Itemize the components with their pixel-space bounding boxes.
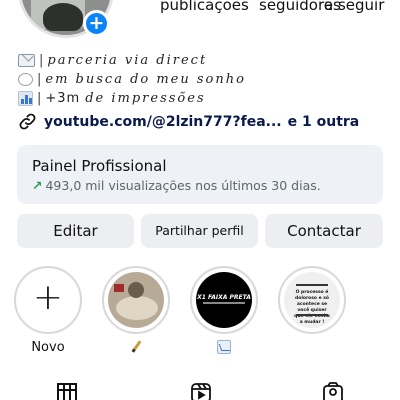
bio-line: | +3m de impressões	[18, 89, 388, 108]
dashboard-views: 493,0 mil visualizações nos últimos 30 d…	[45, 178, 321, 193]
link-more[interactable]: e 1 outra	[288, 114, 360, 130]
contact-button[interactable]: Contactar	[265, 214, 383, 248]
pencil-icon	[129, 340, 143, 354]
link-url[interactable]: youtube.com/@2lzin777?fea...	[44, 114, 282, 130]
bio-separator: |	[37, 91, 42, 106]
dashboard-title: Painel Profissional	[32, 157, 167, 175]
bio-text: parceria via direct	[47, 53, 208, 68]
edit-profile-button[interactable]: Editar	[17, 214, 134, 248]
bio-line: | parceria via direct	[18, 51, 388, 70]
highlight-label	[190, 340, 258, 358]
highlight-cover-text: X1 FAIXA PRETA	[197, 294, 251, 301]
highlight-item[interactable]: X1 FAIXA PRETA	[190, 266, 258, 354]
trend-up-icon: ↗	[32, 178, 43, 193]
highlight-item[interactable]: O processo é doloroso e só acontece se v…	[278, 266, 346, 334]
profile-bio: | parceria via direct | em busca do meu …	[18, 51, 388, 108]
bio-separator: |	[39, 53, 44, 68]
share-profile-button[interactable]: Partilhar perfil	[141, 214, 258, 248]
highlight-new[interactable]: + Novo	[14, 266, 82, 355]
bio-text: em busca do meu sonho	[45, 72, 246, 87]
chart-icon	[217, 340, 231, 354]
reels-icon[interactable]	[190, 382, 212, 400]
plus-icon: +	[32, 277, 64, 318]
bio-prefix: +3m	[45, 91, 81, 106]
highlight-ring	[102, 266, 170, 334]
professional-dashboard[interactable]: Painel Profissional ↗ 493,0 mil visualiza…	[17, 145, 383, 204]
bio-link[interactable]: youtube.com/@2lzin777?fea... e 1 outra	[18, 112, 359, 131]
avatar-photo-shadow	[43, 3, 83, 31]
bio-text: de impressões	[85, 91, 206, 106]
highlight-cover: O processo é doloroso e só acontece se v…	[284, 272, 340, 328]
stat-following-label[interactable]: a seguir	[324, 0, 384, 14]
highlight-label: Novo	[31, 340, 65, 355]
highlight-ring: +	[14, 266, 82, 334]
chart-icon	[18, 91, 33, 106]
profile-stats: publicações seguidores a seguir	[160, 0, 400, 16]
highlight-cover: X1 FAIXA PRETA	[196, 272, 252, 328]
stat-posts-label[interactable]: publicações	[160, 0, 249, 14]
bio-line: | em busca do meu sonho	[18, 70, 388, 89]
link-icon	[19, 113, 36, 130]
grid-icon[interactable]	[56, 382, 78, 400]
dashboard-subtitle: ↗ 493,0 mil visualizações nos últimos 30 …	[32, 178, 321, 193]
highlight-ring: O processo é doloroso e só acontece se v…	[278, 266, 346, 334]
bio-separator: |	[37, 72, 42, 87]
envelope-icon	[18, 54, 35, 67]
highlight-ring: X1 FAIXA PRETA	[190, 266, 258, 334]
highlight-cover	[108, 272, 164, 328]
speech-bubble-icon	[18, 73, 33, 86]
highlight-cover-text: O processo é doloroso e só acontece se v…	[294, 290, 330, 325]
highlight-label	[102, 340, 170, 358]
highlight-item[interactable]	[102, 266, 170, 353]
tagged-icon[interactable]	[322, 382, 344, 400]
add-story-plus-icon[interactable]: +	[83, 10, 110, 37]
